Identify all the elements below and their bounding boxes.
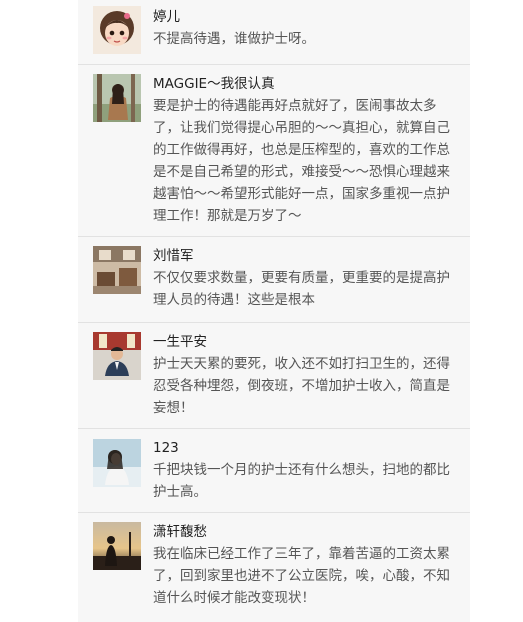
- comment-author[interactable]: 婷儿: [153, 8, 180, 26]
- girl-by-tree-avatar[interactable]: [93, 74, 141, 122]
- comment-item: 潇轩馥愁 我在临床已经工作了三年了，靠着苦逼的工资太累 了，回到家里也进不了公立…: [78, 512, 470, 622]
- comment-text: 不仅仅要求数量，更要有质量，更重要的是提高护 理人员的待遇！这些是根本: [153, 270, 450, 308]
- comment-author[interactable]: 一生平安: [153, 333, 207, 351]
- cartoon-girl-avatar[interactable]: [93, 6, 141, 54]
- comment-author[interactable]: 刘惜军: [153, 247, 194, 265]
- comment-item: 刘惜军 不仅仅要求数量，更要有质量，更重要的是提高护 理人员的待遇！这些是根本: [78, 236, 470, 322]
- comment-author[interactable]: 123: [153, 439, 179, 457]
- comment-text: 不提高待遇，谁做护士呀。: [153, 31, 315, 47]
- room-interior-avatar[interactable]: [93, 246, 141, 294]
- comment-text: 千把块钱一个月的护士还有什么想头，扫地的都比 护士高。: [153, 462, 450, 500]
- comment-author[interactable]: MAGGIE～我很认真: [153, 75, 275, 93]
- comment-text: 我在临床已经工作了三年了，靠着苦逼的工资太累 了，回到家里也进不了公立医院，唉，…: [153, 546, 450, 606]
- comment-item: 婷儿 不提高待遇，谁做护士呀。: [78, 0, 470, 64]
- comment-text: 要是护士的待遇能再好点就好了，医闹事故太多 了，让我们觉得提心吊胆的～～真担心，…: [153, 98, 450, 224]
- comment-item: 123 千把块钱一个月的护士还有什么想头，扫地的都比 护士高。: [78, 428, 470, 512]
- comment-author[interactable]: 潇轩馥愁: [153, 523, 207, 541]
- comment-item: 一生平安 护士天天累的要死，收入还不如打扫卫生的，还得 忍受各种埋怨，倒夜班，不…: [78, 322, 470, 428]
- comment-item: MAGGIE～我很认真 要是护士的待遇能再好点就好了，医闹事故太多 了，让我们觉…: [78, 64, 470, 236]
- man-portrait-avatar[interactable]: [93, 332, 141, 380]
- comment-text: 护士天天累的要死，收入还不如打扫卫生的，还得 忍受各种埋怨，倒夜班，不增加护士收…: [153, 356, 450, 416]
- comments-panel: 婷儿 不提高待遇，谁做护士呀。 MAGGIE～我很认真 要是护士的待遇能再好点就…: [78, 0, 470, 622]
- sunset-silhouette-avatar[interactable]: [93, 522, 141, 570]
- woman-outdoors-avatar[interactable]: [93, 439, 141, 487]
